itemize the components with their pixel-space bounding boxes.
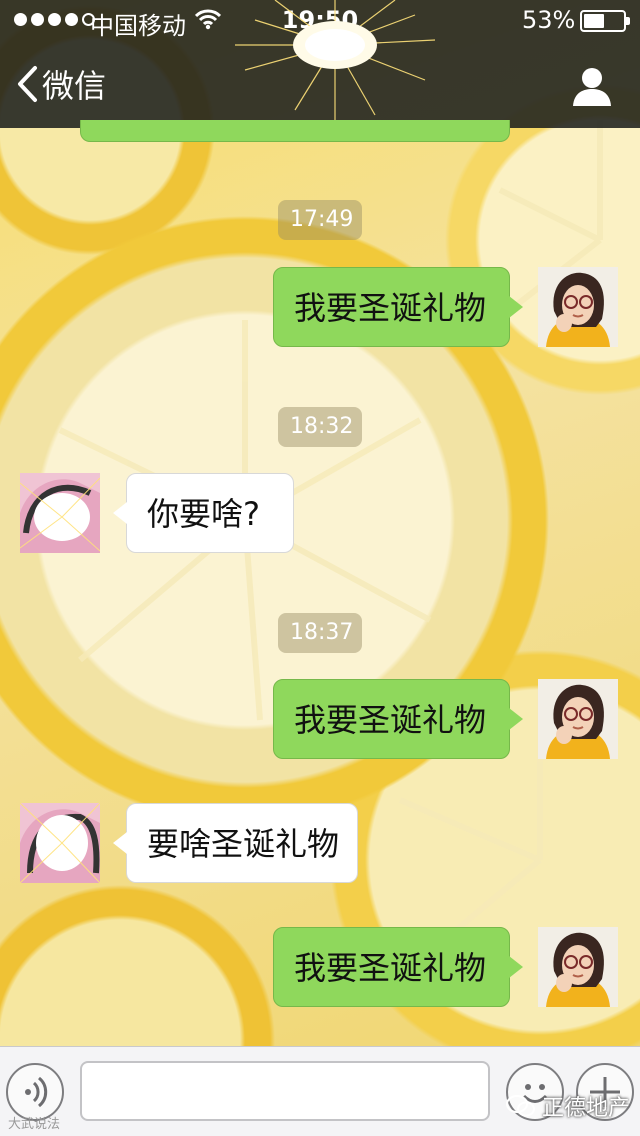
wechat-logo-icon bbox=[505, 1095, 535, 1117]
friend-avatar[interactable] bbox=[20, 473, 100, 553]
avatar-image bbox=[538, 927, 618, 1007]
message-input[interactable] bbox=[80, 1061, 490, 1121]
top-bar: 中国移动 19:50 53% 微信 bbox=[0, 0, 640, 128]
battery-percent: 53% bbox=[522, 6, 576, 34]
my-avatar[interactable] bbox=[538, 927, 618, 1007]
watermark-left-text: 大武说法 bbox=[8, 1117, 61, 1132]
received-message-bubble[interactable]: 要啥圣诞礼物 bbox=[113, 803, 358, 883]
my-avatar[interactable] bbox=[538, 267, 618, 347]
sent-message-bubble[interactable]: 我要圣诞礼物 bbox=[273, 679, 523, 759]
avatar-image bbox=[538, 267, 618, 347]
voice-icon bbox=[25, 1076, 48, 1108]
battery-fill bbox=[584, 14, 604, 28]
my-avatar[interactable] bbox=[538, 679, 618, 759]
friend-avatar[interactable] bbox=[20, 803, 100, 883]
chevron-left-icon bbox=[18, 66, 37, 102]
back-label: 微信 bbox=[42, 67, 107, 105]
avatar-image bbox=[538, 679, 618, 759]
watermark-right-text: 正德地产 bbox=[541, 1096, 630, 1121]
sparkle-overlay bbox=[235, 0, 435, 120]
timestamp: 18:37 bbox=[278, 613, 362, 653]
watermark-left: 大武说法 bbox=[8, 1113, 60, 1132]
sent-message-bubble[interactable]: 我要圣诞礼物 bbox=[273, 927, 523, 1007]
battery-icon bbox=[580, 10, 630, 32]
sent-message-bubble[interactable]: 我要圣诞礼物 bbox=[273, 267, 523, 347]
person-icon bbox=[573, 68, 611, 106]
timestamp: 17:49 bbox=[278, 200, 362, 240]
previous-message-bubble[interactable] bbox=[80, 120, 510, 142]
received-message-bubble[interactable]: 你要啥? bbox=[113, 473, 294, 553]
contact-info-button[interactable] bbox=[570, 64, 614, 108]
watermark-right: 正德地产 bbox=[505, 1090, 630, 1122]
back-button[interactable]: 微信 bbox=[16, 60, 106, 108]
timestamp: 18:32 bbox=[278, 407, 362, 447]
avatar-image bbox=[20, 473, 100, 553]
avatar-image bbox=[20, 803, 100, 883]
